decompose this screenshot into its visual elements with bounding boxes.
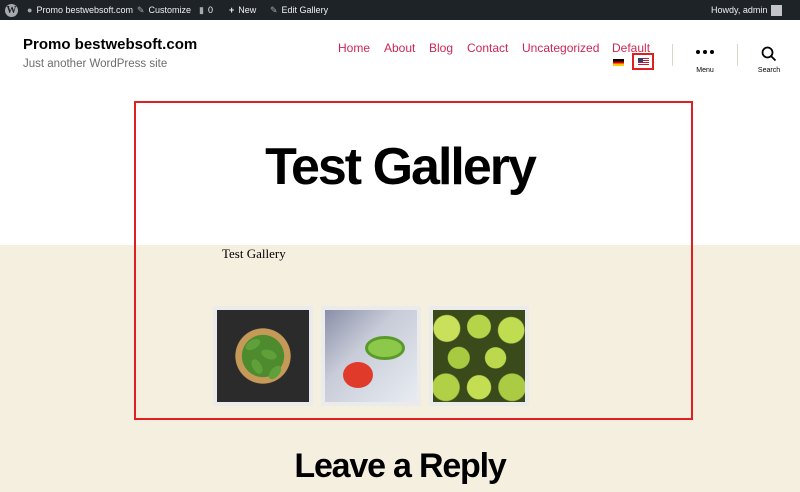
new-label: New — [238, 5, 257, 15]
customize-label: Customize — [148, 5, 192, 15]
nav-blog[interactable]: Blog — [429, 41, 453, 55]
nav-uncategorized[interactable]: Uncategorized — [522, 41, 599, 55]
edit-gallery-label: Edit Gallery — [281, 5, 329, 15]
comment-icon: ▮ — [199, 4, 204, 15]
comments-count: 0 — [207, 5, 213, 15]
site-description: Just another WordPress site — [23, 58, 168, 70]
gallery-image-pears[interactable] — [429, 306, 529, 406]
gallery-image-salad[interactable] — [321, 306, 421, 406]
german-flag-icon[interactable] — [613, 59, 624, 66]
separator — [672, 44, 673, 66]
admin-bar-site-name: Promo bestwebsoft.com — [36, 5, 133, 15]
page-title: Test Gallery — [265, 138, 537, 196]
admin-bar-site-link[interactable]: ● Promo bestwebsoft.com — [27, 0, 133, 20]
separator — [737, 44, 738, 66]
customize-link[interactable]: ✎ Customize — [137, 0, 191, 20]
nav-contact[interactable]: Contact — [467, 41, 508, 55]
reply-title: Leave a Reply — [294, 447, 506, 485]
search-toggle[interactable]: Search — [749, 44, 789, 74]
search-label: Search — [757, 67, 781, 74]
site-title[interactable]: Promo bestwebsoft.com — [23, 36, 197, 53]
ellipsis-icon — [685, 50, 725, 54]
admin-bar: W ● Promo bestwebsoft.com ✎ Customize ▮ … — [0, 0, 800, 20]
gallery-image-basil[interactable] — [213, 306, 313, 406]
search-icon — [761, 46, 777, 62]
comments-link[interactable]: ▮ 0 — [199, 0, 213, 20]
avatar — [771, 4, 783, 16]
site-header: Promo bestwebsoft.com Just another WordP… — [0, 20, 800, 245]
menu-toggle[interactable]: Menu — [685, 44, 725, 74]
gallery-caption: Test Gallery — [222, 246, 286, 261]
new-content-link[interactable]: + New — [229, 0, 256, 20]
greeting: Howdy, admin — [711, 5, 768, 15]
nav-about[interactable]: About — [384, 41, 415, 55]
account-menu[interactable]: Howdy, admin — [711, 0, 783, 20]
nav-home[interactable]: Home — [338, 41, 370, 55]
pears-photo — [433, 310, 525, 402]
home-icon: ● — [27, 5, 33, 15]
us-flag-icon[interactable] — [638, 58, 649, 65]
plus-icon: + — [229, 5, 235, 15]
salad-photo — [325, 310, 417, 402]
edit-gallery-link[interactable]: ✎ Edit Gallery — [270, 0, 328, 20]
wordpress-logo-icon[interactable]: W — [5, 0, 18, 20]
pencil-icon: ✎ — [270, 4, 278, 15]
menu-label: Menu — [696, 67, 714, 74]
basil-photo — [217, 310, 309, 402]
brush-icon: ✎ — [137, 4, 145, 15]
